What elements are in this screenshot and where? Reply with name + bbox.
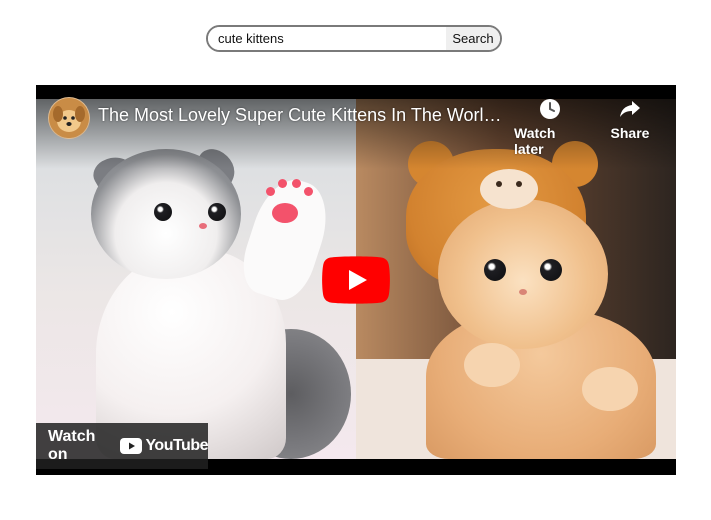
watch-on-youtube-button[interactable]: Watch on YouTube — [36, 423, 208, 469]
kitten-grey-eye-left — [154, 203, 172, 221]
kitten-orange-eye-left — [484, 259, 506, 281]
kitten-grey-paw-pad — [272, 203, 298, 223]
kitten-grey-paw-toe — [292, 179, 301, 188]
kitten-grey-eye-right — [208, 203, 226, 221]
share-button[interactable]: Share — [602, 97, 658, 141]
video-player[interactable]: The Most Lovely Super Cute Kittens In Th… — [36, 85, 676, 475]
kitten-grey-paw-toe — [278, 179, 287, 188]
kitten-orange-eye-right — [540, 259, 562, 281]
kitten-grey-paw-toe — [304, 187, 313, 196]
kitten-orange-paw-right — [582, 367, 638, 411]
search-button[interactable]: Search — [446, 27, 500, 50]
channel-avatar[interactable] — [48, 97, 90, 139]
share-label: Share — [610, 125, 650, 141]
watch-on-label: Watch on — [48, 428, 96, 463]
video-title[interactable]: The Most Lovely Super Cute Kittens In Th… — [98, 105, 508, 126]
kitten-orange-paw-left — [464, 343, 520, 387]
play-button[interactable] — [322, 256, 390, 304]
bear-hat-eye — [496, 181, 502, 187]
kitten-grey-paw-toe — [266, 187, 275, 196]
kitten-orange-nose — [519, 289, 527, 295]
kitten-orange-head — [438, 199, 608, 349]
watch-later-button[interactable]: Watch later — [514, 97, 586, 157]
kitten-grey-nose — [199, 223, 207, 229]
dog-avatar-icon — [49, 98, 89, 138]
youtube-wordmark: YouTube — [145, 437, 208, 454]
youtube-logo-icon — [120, 438, 143, 454]
share-arrow-icon — [620, 101, 640, 117]
bear-hat-eye — [516, 181, 522, 187]
youtube-logo: YouTube — [120, 437, 208, 455]
watch-later-label: Watch later — [514, 125, 556, 157]
bear-hat-face — [480, 169, 538, 209]
search-input[interactable] — [208, 27, 446, 50]
page: Search — [0, 0, 711, 520]
youtube-play-icon — [322, 256, 390, 304]
clock-icon — [540, 99, 560, 119]
search-bar: Search — [206, 25, 502, 52]
